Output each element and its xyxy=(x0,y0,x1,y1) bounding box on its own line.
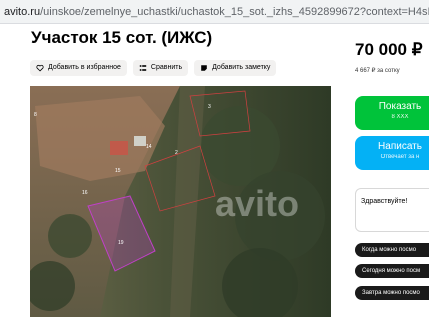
favorite-label: Добавить в избранное xyxy=(48,64,121,71)
plot-number: 16 xyxy=(82,190,88,196)
price: 70 000 ₽ xyxy=(355,40,423,59)
show-phone-label: Показать xyxy=(378,101,422,112)
chat-message-input[interactable]: Здравствуйте! xyxy=(355,188,429,232)
show-phone-sub: 8 XXX xyxy=(391,114,409,120)
compare-button[interactable]: Сравнить xyxy=(132,60,189,76)
compare-label: Сравнить xyxy=(150,64,183,71)
add-note-button[interactable]: Добавить заметку xyxy=(194,60,277,76)
satellite-map-image: 3 8 14 15 16 19 2 avito xyxy=(30,86,331,317)
address-bar[interactable]: avito.ru/uinskoe/zemelnye_uchastki/uchas… xyxy=(0,0,429,24)
listing-photo[interactable]: 3 8 14 15 16 19 2 avito xyxy=(30,86,331,317)
write-message-label: Написать xyxy=(378,141,422,152)
note-icon xyxy=(201,65,207,71)
url-host: avito.ru xyxy=(4,6,41,18)
price-per-unit: 4 667 ₽ за сотку xyxy=(355,68,400,74)
plot-number: 19 xyxy=(118,240,124,246)
quick-question-button[interactable]: Сегодня можно посм xyxy=(355,264,429,278)
note-label: Добавить заметку xyxy=(212,64,271,71)
plot-number: 3 xyxy=(208,104,211,110)
add-to-favorites-button[interactable]: Добавить в избранное xyxy=(30,60,127,76)
quick-question-button[interactable]: Когда можно посмо xyxy=(355,243,429,257)
write-message-button[interactable]: Написать Отвечает за н xyxy=(355,136,429,170)
url-path: /uinskoe/zemelnye_uchastki/uchastok_15_s… xyxy=(40,6,429,18)
photo-watermark: avito xyxy=(215,183,299,224)
plot-number: 15 xyxy=(115,168,121,174)
listing-title: Участок 15 сот. (ИЖС) xyxy=(31,28,213,47)
plot-number: 14 xyxy=(146,144,152,150)
quick-question-button[interactable]: Завтра можно посмо xyxy=(355,286,429,300)
write-message-sub: Отвечает за н xyxy=(380,154,420,160)
chat-greeting: Здравствуйте! xyxy=(361,198,408,205)
compare-icon xyxy=(139,65,147,71)
plot-number: 8 xyxy=(34,112,37,118)
listing-actions: Добавить в избранное Сравнить Добавить з… xyxy=(30,60,277,76)
show-phone-button[interactable]: Показать 8 XXX xyxy=(355,96,429,130)
plot-number: 2 xyxy=(175,150,178,156)
heart-icon xyxy=(36,65,44,72)
